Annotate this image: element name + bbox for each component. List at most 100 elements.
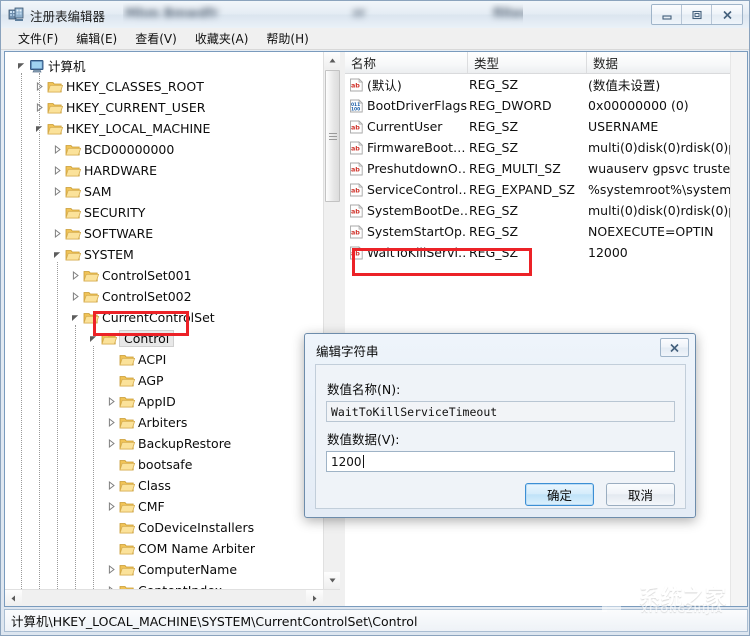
- folder-icon: [118, 457, 135, 472]
- value-name-cell: ab PreshutdownO…: [349, 158, 467, 179]
- value-name-text: CurrentUser: [367, 119, 443, 134]
- tree-item-hardware[interactable]: HARDWARE: [5, 160, 323, 181]
- tree-item-currentcontrolset[interactable]: CurrentControlSet: [5, 307, 323, 328]
- collapse-arrow-icon[interactable]: [87, 332, 100, 345]
- table-row[interactable]: ab WaitToKillServi… REG_SZ 12000: [345, 242, 747, 263]
- menu-favorites[interactable]: 收藏夹(A): [186, 28, 258, 49]
- expand-arrow-icon[interactable]: [69, 269, 82, 282]
- tree-item-label: Arbiters: [138, 415, 188, 430]
- tree-horizontal-scrollbar[interactable]: [5, 589, 340, 606]
- list-vertical-scrollbar[interactable]: [730, 52, 747, 606]
- value-name-text: WaitToKillServi…: [367, 245, 467, 260]
- tree-item-arbiters[interactable]: Arbiters: [5, 412, 323, 433]
- tree-item-controlset001[interactable]: ControlSet001: [5, 265, 323, 286]
- client-area: 计算机 HKEY_CLASSES_ROOT HKEY_CURRENT_USER HKE…: [4, 51, 748, 607]
- expand-arrow-icon[interactable]: [105, 479, 118, 492]
- registry-tree-pane[interactable]: 计算机 HKEY_CLASSES_ROOT HKEY_CURRENT_USER HKE…: [5, 52, 340, 606]
- tree-item-label: ControlSet002: [102, 289, 192, 304]
- scroll-down-icon[interactable]: [324, 572, 340, 589]
- expand-arrow-icon[interactable]: [105, 437, 118, 450]
- folder-icon: [100, 331, 117, 346]
- expand-arrow-icon[interactable]: [51, 164, 64, 177]
- expand-arrow-icon[interactable]: [69, 290, 82, 303]
- folder-icon: [64, 226, 81, 241]
- value-name-cell: 011 100 BootDriverFlags: [349, 95, 467, 116]
- tree-item-security[interactable]: SECURITY: [5, 202, 323, 223]
- table-row[interactable]: ab ServiceControl… REG_EXPAND_SZ %systemroo…: [345, 179, 747, 200]
- collapse-arrow-icon[interactable]: [15, 59, 28, 72]
- tree-item-label: HKEY_CURRENT_USER: [66, 100, 206, 115]
- tree-item-cmf[interactable]: CMF: [5, 496, 323, 517]
- dialog-close-button[interactable]: [660, 338, 689, 357]
- string-value-icon: ab: [349, 245, 364, 260]
- table-row[interactable]: ab SystemBootDe… REG_SZ multi(0)disk(0)rdis…: [345, 200, 747, 221]
- scroll-up-icon[interactable]: [324, 52, 340, 69]
- tree-item-codeviceinstallers[interactable]: CoDeviceInstallers: [5, 517, 323, 538]
- value-data-input[interactable]: 1200: [326, 451, 675, 472]
- folder-icon: [82, 310, 99, 325]
- expand-arrow-icon[interactable]: [105, 500, 118, 513]
- scroll-left-icon[interactable]: [5, 590, 22, 606]
- close-button[interactable]: [712, 5, 742, 24]
- menu-view[interactable]: 查看(V): [126, 28, 186, 49]
- menu-file[interactable]: 文件(F): [9, 28, 67, 49]
- tree-item-agp[interactable]: AGP: [5, 370, 323, 391]
- tree-item-system[interactable]: SYSTEM: [5, 244, 323, 265]
- folder-icon: [118, 520, 135, 535]
- minimize-button[interactable]: [652, 5, 682, 24]
- table-row[interactable]: ab SystemStartOp… REG_SZ NOEXECUTE=OPTIN: [345, 221, 747, 242]
- maximize-button[interactable]: [682, 5, 712, 24]
- tree-item-hkey-local-machine[interactable]: HKEY_LOCAL_MACHINE: [5, 118, 323, 139]
- cancel-button[interactable]: 取消: [606, 483, 675, 506]
- table-row[interactable]: ab FirmwareBoot… REG_SZ multi(0)disk(0)rdis…: [345, 137, 747, 158]
- tree-item-bcd00000000[interactable]: BCD00000000: [5, 139, 323, 160]
- table-row[interactable]: ab PreshutdownO… REG_MULTI_SZ wuauserv gpsv…: [345, 158, 747, 179]
- tree-connector-line: [93, 346, 94, 606]
- expand-arrow-icon[interactable]: [105, 395, 118, 408]
- tree-item-software[interactable]: SOFTWARE: [5, 223, 323, 244]
- expand-arrow-icon[interactable]: [51, 143, 64, 156]
- column-header-data[interactable]: 数据: [587, 52, 747, 73]
- registry-values-pane[interactable]: 名称 类型 数据 ab (默认) REG_SZ (数值未设置) 011 100 BootDr…: [345, 52, 747, 606]
- table-row[interactable]: 011 100 BootDriverFlags REG_DWORD 0x00000000…: [345, 95, 747, 116]
- tree-item-control[interactable]: Control: [5, 328, 323, 349]
- expand-arrow-icon[interactable]: [51, 227, 64, 240]
- folder-icon: [46, 121, 63, 136]
- tree-scrollbar-thumb[interactable]: [325, 70, 340, 202]
- svg-text:100: 100: [351, 106, 360, 112]
- tree-item-com-name-arbiter[interactable]: COM Name Arbiter: [5, 538, 323, 559]
- tree-item-class[interactable]: Class: [5, 475, 323, 496]
- tree-item-label: Control: [119, 330, 175, 347]
- menu-edit[interactable]: 编辑(E): [67, 28, 126, 49]
- tree-item-computername[interactable]: ComputerName: [5, 559, 323, 580]
- value-type-cell: REG_SZ: [469, 119, 519, 134]
- expand-arrow-icon[interactable]: [51, 185, 64, 198]
- tree-item-appid[interactable]: AppID: [5, 391, 323, 412]
- tree-item-backuprestore[interactable]: BackupRestore: [5, 433, 323, 454]
- tree-item-bootsafe[interactable]: bootsafe: [5, 454, 323, 475]
- scroll-right-icon[interactable]: [306, 590, 323, 606]
- value-data-label: 数值数据(V):: [327, 432, 400, 447]
- collapse-arrow-icon[interactable]: [69, 311, 82, 324]
- tree-item-controlset002[interactable]: ControlSet002: [5, 286, 323, 307]
- column-header-name[interactable]: 名称: [345, 52, 468, 73]
- table-row[interactable]: ab CurrentUser REG_SZ USERNAME: [345, 116, 747, 137]
- tree-item-label: ACPI: [138, 352, 167, 367]
- menu-help[interactable]: 帮助(H): [257, 28, 317, 49]
- value-name-cell: ab CurrentUser: [349, 116, 467, 137]
- collapse-arrow-icon[interactable]: [51, 248, 64, 261]
- table-row[interactable]: ab (默认) REG_SZ (数值未设置): [345, 74, 747, 95]
- tree-item-hkey-classes-root[interactable]: HKEY_CLASSES_ROOT: [5, 76, 323, 97]
- ok-button[interactable]: 确定: [525, 483, 594, 506]
- column-header-type[interactable]: 类型: [468, 52, 587, 73]
- expand-arrow-icon[interactable]: [105, 416, 118, 429]
- tree-item-[interactable]: 计算机: [5, 55, 323, 76]
- expand-arrow-icon[interactable]: [105, 563, 118, 576]
- tree-item-sam[interactable]: SAM: [5, 181, 323, 202]
- svg-text:ab: ab: [351, 186, 360, 194]
- tree-item-hkey-current-user[interactable]: HKEY_CURRENT_USER: [5, 97, 323, 118]
- tree-item-acpi[interactable]: ACPI: [5, 349, 323, 370]
- string-value-icon: ab: [349, 161, 364, 176]
- value-name-input[interactable]: WaitToKillServiceTimeout: [326, 401, 675, 422]
